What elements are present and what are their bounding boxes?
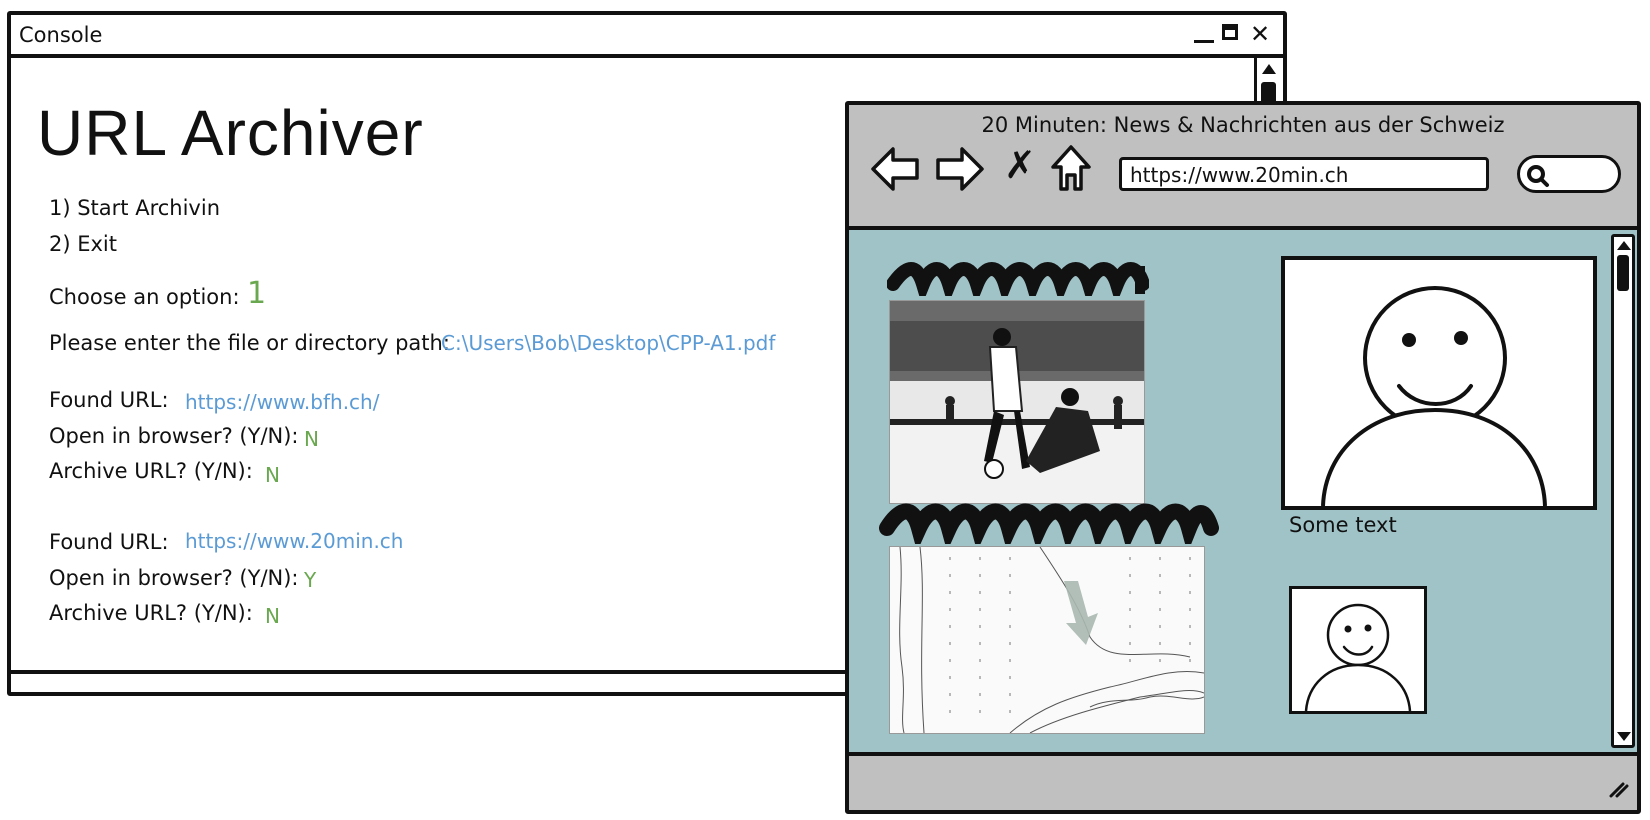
path-prompt-label: Please enter the file or directory path:: [49, 331, 450, 355]
archive-url-prompt: Archive URL? (Y/N):: [49, 601, 253, 625]
app-title: URL Archiver: [37, 97, 424, 169]
found-url-label: Found URL:: [49, 530, 169, 554]
close-icon[interactable]: ✕: [1247, 21, 1273, 47]
archive-url-prompt: Archive URL? (Y/N):: [49, 459, 253, 483]
search-input[interactable]: [1517, 155, 1621, 193]
browser-scrollbar[interactable]: [1611, 234, 1635, 748]
back-arrow-icon[interactable]: [869, 143, 921, 199]
avatar-image[interactable]: [1281, 256, 1597, 510]
avatar-image-small[interactable]: [1289, 586, 1427, 714]
menu-option-exit: 2) Exit: [49, 232, 117, 256]
scroll-up-icon[interactable]: [1617, 241, 1631, 250]
choose-option-value: 1: [247, 276, 267, 311]
resize-grip-icon[interactable]: [1607, 776, 1629, 802]
maximize-icon[interactable]: [1219, 21, 1245, 47]
url-input[interactable]: https://www.20min.ch: [1119, 157, 1489, 191]
image-caption: Some text: [1289, 513, 1397, 537]
choose-option-label: Choose an option:: [49, 285, 240, 309]
browser-viewport: Some text: [849, 226, 1637, 756]
open-browser-answer: N: [304, 427, 319, 451]
scribbled-headline: [887, 262, 1149, 296]
found-url-label: Found URL:: [49, 388, 169, 412]
console-titlebar[interactable]: Console ✕: [11, 15, 1283, 58]
weather-map-image[interactable]: [889, 546, 1205, 734]
console-title: Console: [19, 23, 103, 47]
scroll-down-icon[interactable]: [1617, 732, 1631, 741]
stop-icon[interactable]: ✗: [1004, 143, 1036, 187]
scroll-thumb[interactable]: [1617, 255, 1629, 291]
home-icon[interactable]: [1049, 143, 1093, 197]
archive-url-answer: N: [265, 463, 280, 487]
found-url-link[interactable]: https://www.20min.ch: [185, 529, 403, 553]
open-browser-prompt: Open in browser? (Y/N):: [49, 424, 299, 448]
forward-arrow-icon[interactable]: [934, 143, 986, 199]
browser-window: 20 Minuten: News & Nachrichten aus der S…: [845, 101, 1641, 814]
open-browser-prompt: Open in browser? (Y/N):: [49, 566, 299, 590]
found-url-link[interactable]: https://www.bfh.ch/: [185, 390, 379, 414]
open-browser-answer: Y: [304, 568, 317, 592]
minimize-icon[interactable]: [1191, 21, 1217, 47]
url-text: https://www.20min.ch: [1130, 163, 1349, 187]
scribbled-headline: [879, 503, 1219, 544]
path-value: C:\Users\Bob\Desktop\CPP-A1.pdf: [441, 331, 776, 355]
search-icon[interactable]: [1526, 164, 1550, 192]
menu-option-start: 1) Start Archivin: [49, 196, 221, 220]
browser-title: 20 Minuten: News & Nachrichten aus der S…: [981, 113, 1505, 137]
football-photo[interactable]: [889, 300, 1145, 504]
archive-url-answer: N: [265, 604, 280, 628]
